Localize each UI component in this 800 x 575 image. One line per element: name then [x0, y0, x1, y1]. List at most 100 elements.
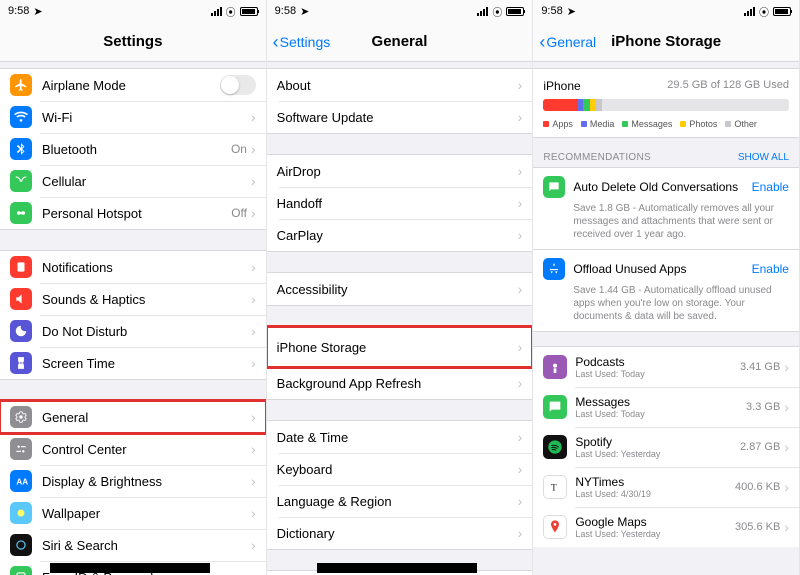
cell-about[interactable]: About›: [267, 69, 533, 101]
back-button[interactable]: ‹Settings: [273, 22, 331, 62]
app-name: Spotify: [575, 435, 740, 449]
cell-dictionary[interactable]: Dictionary›: [267, 517, 533, 549]
chevron-icon: ›: [251, 473, 256, 489]
cell-cellular[interactable]: Cellular ›: [0, 165, 266, 197]
app-podcasts[interactable]: PodcastsLast Used: Today3.41 GB›: [533, 347, 799, 387]
group-connectivity: Airplane Mode Wi-Fi › Bluetooth On› Cell…: [0, 68, 266, 230]
nav-bar: ‹General iPhone Storage: [533, 22, 799, 62]
signal-icon: [211, 7, 222, 16]
cell-dnd[interactable]: Do Not Disturb›: [0, 315, 266, 347]
cell-notifications[interactable]: Notifications›: [0, 251, 266, 283]
chevron-icon: ›: [518, 281, 523, 297]
chevron-icon: ›: [518, 77, 523, 93]
background-label: Background App Refresh: [277, 376, 518, 391]
cell-hotspot[interactable]: Personal Hotspot Off›: [0, 197, 266, 229]
recommendation-offload[interactable]: Offload Unused Apps Enable Save 1.44 GB …: [533, 249, 799, 332]
airplane-toggle[interactable]: [220, 75, 256, 95]
app-name: NYTimes: [575, 475, 735, 489]
bluetooth-label: Bluetooth: [42, 142, 231, 157]
app-messages[interactable]: MessagesLast Used: Today3.3 GB›: [533, 387, 799, 427]
display-label: Display & Brightness: [42, 474, 251, 489]
cell-handoff[interactable]: Handoff›: [267, 187, 533, 219]
storage-overview: iPhone 29.5 GB of 128 GB Used AppsMediaM…: [533, 68, 799, 138]
storage-legend: AppsMediaMessagesPhotosOther: [543, 119, 789, 129]
hotspot-icon: [10, 202, 32, 224]
date-label: Date & Time: [277, 430, 518, 445]
cell-language[interactable]: Language & Region›: [267, 485, 533, 517]
cell-screentime[interactable]: Screen Time›: [0, 347, 266, 379]
app-size: 305.6 KB: [735, 521, 780, 533]
screentime-label: Screen Time: [42, 356, 251, 371]
cell-wifi[interactable]: Wi-Fi ›: [0, 101, 266, 133]
legend-other: Other: [725, 119, 757, 129]
app-nytimes[interactable]: TNYTimesLast Used: 4/30/19400.6 KB›: [533, 467, 799, 507]
battery-icon: [773, 7, 791, 16]
redaction-bar: [50, 563, 210, 573]
signal-icon: [477, 7, 488, 16]
app-size: 400.6 KB: [735, 481, 780, 493]
wifi-label: Wi-Fi: [42, 110, 247, 125]
cell-siri[interactable]: Siri & Search›: [0, 529, 266, 561]
chevron-icon: ›: [251, 323, 256, 339]
redaction-bar: [317, 563, 477, 573]
status-bar: 9:58➤ ⦿: [267, 0, 533, 22]
cell-sounds[interactable]: Sounds & Haptics›: [0, 283, 266, 315]
app-sub: Last Used: 4/30/19: [575, 489, 735, 499]
battery-icon: [506, 7, 524, 16]
cell-background-refresh[interactable]: Background App Refresh›: [267, 367, 533, 399]
app-google-maps[interactable]: Google MapsLast Used: Yesterday305.6 KB›: [533, 507, 799, 547]
chevron-icon: ›: [518, 375, 523, 391]
app-name: Messages: [575, 395, 746, 409]
group-input: Date & Time› Keyboard› Language & Region…: [267, 420, 533, 550]
app-icon: [543, 395, 567, 419]
cell-general[interactable]: General›: [0, 401, 266, 433]
cell-controlcenter[interactable]: Control Center›: [0, 433, 266, 465]
cell-date-time[interactable]: Date & Time›: [267, 421, 533, 453]
general-icon: [10, 406, 32, 428]
cell-software-update[interactable]: Software Update›: [267, 101, 533, 133]
appstore-icon: [543, 258, 565, 280]
nav-bar: Settings: [0, 22, 266, 62]
device-name: iPhone: [543, 79, 580, 93]
rec2-enable[interactable]: Enable: [752, 262, 789, 276]
show-all-button[interactable]: SHOW ALL: [738, 152, 789, 163]
cell-airdrop[interactable]: AirDrop›: [267, 155, 533, 187]
faceid-icon: [10, 566, 32, 575]
chevron-icon: ›: [518, 163, 523, 179]
cell-iphone-storage[interactable]: iPhone Storage›: [267, 327, 533, 367]
back-button[interactable]: ‹General: [539, 22, 596, 62]
nav-bar: ‹Settings General: [267, 22, 533, 62]
hotspot-label: Personal Hotspot: [42, 206, 231, 221]
group-alerts: Notifications› Sounds & Haptics› Do Not …: [0, 250, 266, 380]
cell-accessibility[interactable]: Accessibility›: [267, 273, 533, 305]
cell-wallpaper[interactable]: Wallpaper›: [0, 497, 266, 529]
location-icon: ➤: [300, 5, 309, 18]
app-spotify[interactable]: SpotifyLast Used: Yesterday2.87 GB›: [533, 427, 799, 467]
cell-keyboard[interactable]: Keyboard›: [267, 453, 533, 485]
app-name: Podcasts: [575, 355, 740, 369]
cell-display[interactable]: AA Display & Brightness›: [0, 465, 266, 497]
status-time: 9:58: [275, 5, 296, 17]
back-label: Settings: [280, 34, 331, 50]
bluetooth-icon: [10, 138, 32, 160]
chevron-icon: ›: [784, 479, 789, 495]
location-icon: ➤: [567, 5, 576, 18]
cell-airplane[interactable]: Airplane Mode: [0, 69, 266, 101]
chevron-icon: ›: [251, 173, 256, 189]
app-sub: Last Used: Yesterday: [575, 529, 735, 539]
cell-bluetooth[interactable]: Bluetooth On›: [0, 133, 266, 165]
chevron-left-icon: ‹: [273, 32, 279, 53]
app-icon: [543, 355, 567, 379]
legend-photos: Photos: [680, 119, 717, 129]
chevron-icon: ›: [251, 409, 256, 425]
group-about: About› Software Update›: [267, 68, 533, 134]
chevron-icon: ›: [518, 461, 523, 477]
legend-media: Media: [581, 119, 615, 129]
screenshot-settings: 9:58➤ ⦿ Settings Airplane Mode Wi-Fi › B…: [0, 0, 267, 575]
chevron-icon: ›: [518, 339, 523, 355]
status-time: 9:58: [541, 5, 562, 17]
chevron-icon: ›: [251, 505, 256, 521]
recommendation-auto-delete[interactable]: Auto Delete Old Conversations Enable Sav…: [533, 167, 799, 250]
rec1-enable[interactable]: Enable: [752, 180, 789, 194]
cell-carplay[interactable]: CarPlay›: [267, 219, 533, 251]
